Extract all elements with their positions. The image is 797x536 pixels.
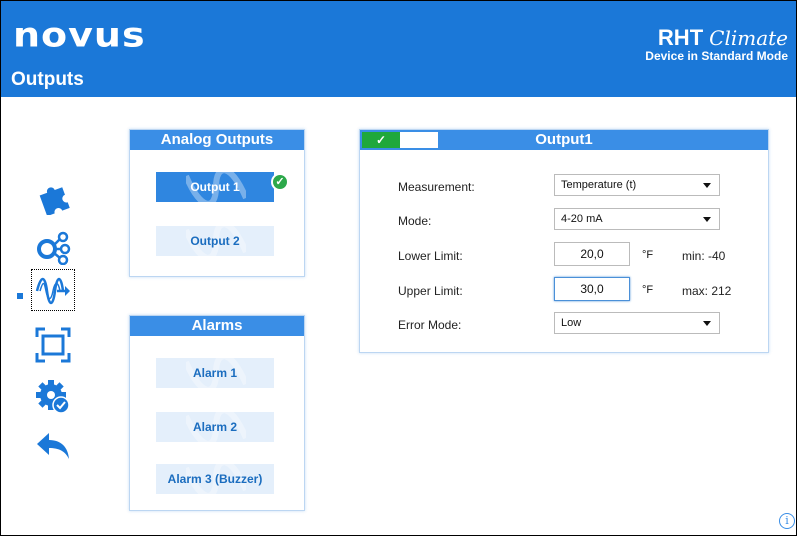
output-2-label: Output 2 <box>190 234 240 248</box>
alarm-1-button[interactable]: Alarm 1 <box>156 358 274 388</box>
alarm-2-label: Alarm 2 <box>192 420 238 434</box>
lower-limit-input[interactable]: 20,0 <box>554 242 630 266</box>
measurement-value: Temperature (t) <box>561 179 637 191</box>
alarm-2-button[interactable]: Alarm 2 <box>156 412 274 442</box>
status-empty-slot <box>400 132 438 148</box>
measurement-label: Measurement: <box>398 180 475 194</box>
product-title: RHT Climate <box>645 25 788 51</box>
product-subtitle: Climate <box>709 26 788 50</box>
sidebar-item-outputs[interactable] <box>33 271 73 311</box>
error-mode-select[interactable]: Low <box>554 312 720 334</box>
status-ok-check-icon: ✓ <box>362 132 400 148</box>
error-mode-value: Low <box>561 317 582 329</box>
upper-limit-label: Upper Limit: <box>398 284 463 298</box>
upper-limit-max: max: 212 <box>682 284 732 298</box>
output-1-button[interactable]: Output 1 <box>156 172 274 202</box>
output-titlebar: Output1 ✓ <box>360 130 768 150</box>
puzzle-icon <box>39 187 70 215</box>
product-info: RHT Climate Device in Standard Mode <box>645 25 788 63</box>
alarm-3-label: Alarm 3 (Buzzer) <box>167 472 263 486</box>
upper-limit-input[interactable]: 30,0 <box>554 277 630 301</box>
alarms-title: Alarms <box>130 316 304 336</box>
product-name: RHT <box>657 25 704 50</box>
output-config-panel: Output1 ✓ Measurement: Temperature (t) M… <box>359 129 769 353</box>
frame-icon <box>35 327 71 363</box>
output-1-configured-check-icon: ✓ <box>271 173 289 191</box>
analog-outputs-panel: Analog Outputs Output 1 Output 2 <box>129 129 305 277</box>
output-1-label: Output 1 <box>190 180 240 194</box>
sidebar-item-back[interactable] <box>33 425 73 465</box>
device-mode-label: Device in Standard Mode <box>645 49 788 63</box>
error-mode-label: Error Mode: <box>398 318 462 332</box>
back-arrow-icon <box>37 433 69 459</box>
lower-limit-label: Lower Limit: <box>398 249 463 263</box>
connections-icon <box>37 231 71 265</box>
app-window: novus Outputs RHT Climate Device in Stand… <box>0 0 797 536</box>
mode-value: 4-20 mA <box>561 213 603 225</box>
chevron-down-icon <box>703 321 711 326</box>
alarm-3-buzzer-button[interactable]: Alarm 3 (Buzzer) <box>156 464 274 494</box>
sidebar-item-puzzle[interactable] <box>33 177 73 217</box>
settings-check-icon <box>36 380 70 414</box>
analog-outputs-title: Analog Outputs <box>130 130 304 150</box>
selected-marker <box>17 293 23 299</box>
header-bar: novus Outputs RHT Climate Device in Stand… <box>1 1 796 97</box>
alarms-panel: Alarms Alarm 1 Alarm 2 Alarm 3 (Buzzer) <box>129 315 305 511</box>
info-icon[interactable]: i <box>779 513 795 529</box>
sidebar-item-connections[interactable] <box>33 227 73 267</box>
sidebar-item-frame[interactable] <box>33 325 73 365</box>
output-2-button[interactable]: Output 2 <box>156 226 274 256</box>
lower-limit-unit: °F <box>642 249 654 261</box>
mode-label: Mode: <box>398 214 432 228</box>
sidebar-item-settings[interactable] <box>33 377 73 417</box>
chevron-down-icon <box>703 217 711 222</box>
chevron-down-icon <box>703 183 711 188</box>
mode-select[interactable]: 4-20 mA <box>554 208 720 230</box>
lower-limit-min: min: -40 <box>682 249 726 263</box>
alarm-1-label: Alarm 1 <box>192 366 238 380</box>
measurement-select[interactable]: Temperature (t) <box>554 174 720 196</box>
upper-limit-unit: °F <box>642 284 654 296</box>
page-title: Outputs <box>11 69 84 90</box>
brand-logo: novus <box>13 15 146 55</box>
wave-output-icon <box>35 277 70 305</box>
